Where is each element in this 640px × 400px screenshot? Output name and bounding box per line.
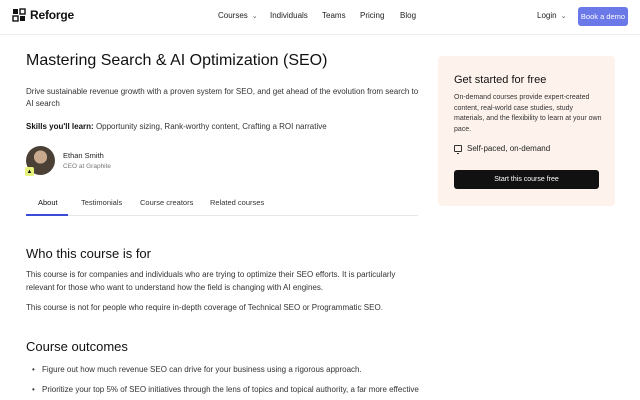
nav-teams-label: Teams xyxy=(322,11,346,20)
tab-about[interactable]: About xyxy=(38,198,58,207)
list-item: Figure out how much revenue SEO can driv… xyxy=(32,364,422,377)
author-block[interactable]: ▲ Ethan Smith CEO at Graphite xyxy=(25,146,112,176)
site-header: Reforge Courses ⌄ Individuals Teams Pric… xyxy=(0,0,640,34)
chevron-down-icon: ⌄ xyxy=(251,12,258,20)
book-demo-button[interactable]: Book a demo xyxy=(578,7,628,26)
tab-testimonials[interactable]: Testimonials xyxy=(81,198,122,207)
monitor-icon xyxy=(454,145,462,154)
nav-blog[interactable]: Blog xyxy=(400,11,416,20)
course-tabs: About Testimonials Course creators Relat… xyxy=(26,192,418,216)
chevron-down-icon: ⌄ xyxy=(560,12,567,20)
skills-line: Skills you'll learn: Opportunity sizing,… xyxy=(26,122,327,131)
card-text: On-demand courses provide expert-created… xyxy=(454,94,602,133)
outcomes-section-title: Course outcomes xyxy=(26,339,128,354)
nav-blog-label: Blog xyxy=(400,11,417,20)
nav-individuals[interactable]: Individuals xyxy=(270,11,308,20)
nav-courses-label: Courses xyxy=(218,11,248,20)
avatar: ▲ xyxy=(25,146,55,176)
login-label: Login xyxy=(537,11,557,20)
tab-course-creators[interactable]: Course creators xyxy=(140,198,193,207)
main-nav: Courses ⌄ Individuals Teams Pricing Blog… xyxy=(0,11,640,25)
nav-individuals-label: Individuals xyxy=(270,11,308,20)
get-started-card: Get started for free On-demand courses p… xyxy=(438,56,615,206)
graphite-badge-icon: ▲ xyxy=(25,167,34,176)
who-paragraph-1: This course is for companies and individ… xyxy=(26,270,396,292)
course-title: Mastering Search & AI Optimization (SEO) xyxy=(26,52,328,69)
author-name: Ethan Smith xyxy=(63,151,104,160)
login-menu[interactable]: Login ⌄ xyxy=(537,11,566,20)
course-description: Drive sustainable revenue growth with a … xyxy=(26,87,419,108)
skills-label: Skills you'll learn: xyxy=(26,122,94,131)
nav-pricing[interactable]: Pricing xyxy=(360,11,384,20)
active-tab-indicator xyxy=(26,214,68,216)
list-item: Prioritize your top 5% of SEO initiative… xyxy=(32,384,422,397)
nav-teams[interactable]: Teams xyxy=(322,11,346,20)
card-title: Get started for free xyxy=(454,74,547,86)
who-paragraph-2: This course is not for people who requir… xyxy=(26,303,383,312)
who-section-title: Who this course is for xyxy=(26,246,151,261)
skills-value: Opportunity sizing, Rank-worthy content,… xyxy=(95,122,327,131)
author-role: CEO at Graphite xyxy=(63,163,112,170)
header-divider xyxy=(0,34,640,35)
nav-courses[interactable]: Courses ⌄ xyxy=(218,11,258,20)
tab-related-courses[interactable]: Related courses xyxy=(210,198,264,207)
card-feature: Self-paced, on-demand xyxy=(454,144,551,154)
nav-pricing-label: Pricing xyxy=(360,11,385,20)
start-course-button[interactable]: Start this course free xyxy=(454,170,599,189)
card-feature-label: Self-paced, on-demand xyxy=(467,144,551,153)
